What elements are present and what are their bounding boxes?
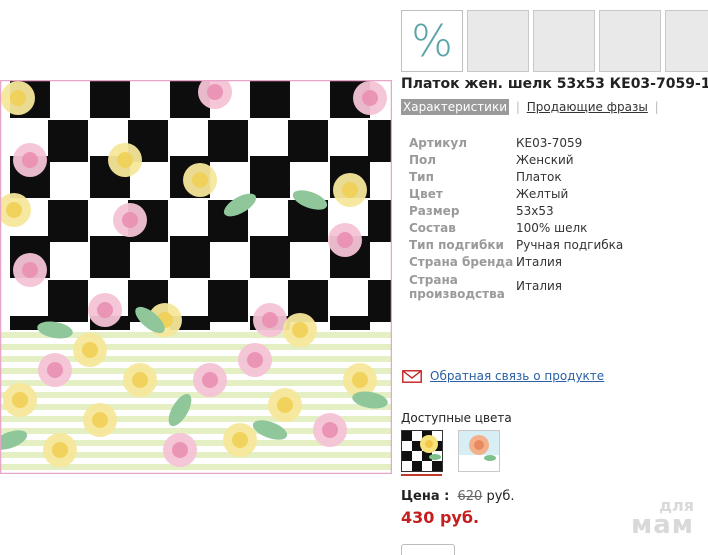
price-row: Цена : 620 руб. — [401, 489, 515, 504]
spec-key: Состав — [409, 221, 456, 235]
thumbnail-image[interactable] — [599, 10, 661, 72]
selected-swatch-indicator — [401, 474, 442, 476]
specs-table: Артикул КЕ03-7059 Пол Женский Тип Платок Цв… — [409, 135, 699, 302]
thumbnail-image[interactable] — [467, 10, 529, 72]
spec-value: Ручная подгибка — [516, 238, 624, 252]
thumbnail-image[interactable] — [533, 10, 595, 72]
color-swatch-light-blue[interactable] — [458, 430, 500, 472]
spec-key: Тип подгибки — [409, 238, 504, 252]
spec-key: Артикул — [409, 136, 467, 150]
spec-key: Пол — [409, 153, 437, 167]
swatch-image — [402, 431, 442, 471]
feedback-row: Обратная связь о продукте — [402, 369, 604, 383]
watermark-line2: мам — [630, 510, 694, 541]
current-price: 430 руб. — [401, 508, 480, 527]
watermark: для мам — [630, 498, 694, 541]
tab-selling-phrases[interactable]: Продающие фразы — [527, 100, 648, 114]
feedback-link[interactable]: Обратная связь о продукте — [430, 369, 604, 383]
thumbnail-discount[interactable]: % — [401, 10, 463, 72]
swatch-image — [459, 431, 499, 471]
percent-icon: % — [411, 15, 453, 67]
spec-value: Платок — [516, 170, 562, 184]
spec-value: Италия — [516, 255, 563, 269]
tab-separator: | — [654, 100, 659, 114]
spec-key: Страна бренда — [409, 255, 514, 269]
old-price: 620 — [457, 489, 483, 504]
spec-value: Женский — [516, 153, 574, 167]
price-label: Цена : — [401, 489, 450, 504]
tab-separator: | — [515, 100, 520, 114]
spec-value: 100% шелк — [516, 221, 588, 235]
spec-value: Италия — [516, 279, 563, 293]
spec-key: Размер — [409, 204, 460, 218]
spec-key: Тип — [409, 170, 434, 184]
tab-characteristics[interactable]: Характеристики — [401, 99, 510, 115]
available-colors-label: Доступные цвета — [401, 411, 512, 425]
info-tabs: Характеристики | Продающие фразы | — [401, 99, 662, 115]
product-image[interactable] — [0, 80, 392, 474]
product-title: Платок жен. шелк 53х53 КЕ03-7059-17 — [401, 76, 708, 92]
thumbnail-image[interactable] — [665, 10, 708, 72]
old-price-unit: руб. — [486, 489, 515, 504]
spec-value: 53х53 — [516, 204, 554, 218]
spec-value: Желтый — [516, 187, 569, 201]
spec-key: Страна производства — [409, 273, 505, 301]
color-swatch-black-white[interactable] — [401, 430, 443, 472]
spec-key: Цвет — [409, 187, 443, 201]
envelope-icon — [402, 369, 422, 383]
spec-value: КЕ03-7059 — [516, 136, 583, 150]
